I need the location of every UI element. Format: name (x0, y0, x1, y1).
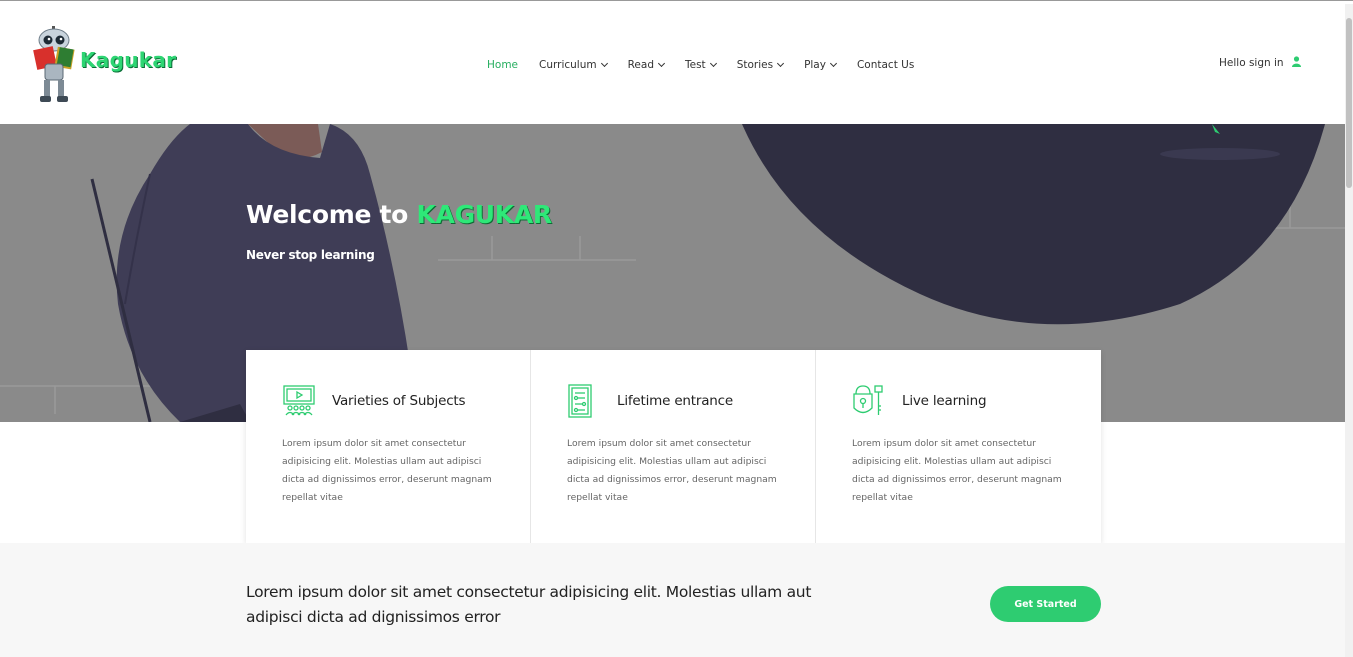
brand-logo[interactable]: Kagukar (32, 26, 176, 106)
site-header: Kagukar Home Curriculum Read Test Storie… (0, 4, 1345, 124)
chevron-down-icon (777, 59, 785, 68)
feature-title: Varieties of Subjects (332, 393, 466, 409)
hero-subtitle: Never stop learning (246, 248, 375, 262)
nav-item-label: Play (804, 59, 826, 71)
feature-title: Lifetime entrance (617, 393, 733, 409)
nav-item-label: Curriculum (539, 59, 597, 71)
feature-text: Lorem ipsum dolor sit amet consectetur a… (852, 438, 1062, 503)
nav-item-label: Stories (736, 59, 774, 71)
feature-card: Live learning Lorem ipsum dolor sit amet… (816, 350, 1101, 543)
call-to-action-section: Lorem ipsum dolor sit amet consectetur a… (0, 543, 1345, 657)
features-panel: Varieties of Subjects Lorem ipsum dolor … (246, 350, 1101, 543)
nav-item-stories[interactable]: Stories (736, 59, 785, 71)
signin-link[interactable]: Hello sign in (1219, 56, 1301, 70)
feature-card: Lifetime entrance Lorem ipsum dolor sit … (531, 350, 816, 543)
chevron-down-icon (600, 59, 608, 68)
feature-title: Live learning (902, 393, 987, 409)
nav-item-read[interactable]: Read (627, 59, 666, 71)
feature-text: Lorem ipsum dolor sit amet consectetur a… (282, 438, 492, 503)
nav-item-contact[interactable]: Contact Us (857, 59, 914, 71)
nav-item-label: Read (627, 59, 654, 71)
lock-key-icon (852, 384, 884, 422)
cta-text: Lorem ipsum dolor sit amet consectetur a… (246, 583, 812, 626)
nav-item-play[interactable]: Play (804, 59, 838, 71)
chevron-down-icon (709, 59, 717, 68)
door-panel-icon (567, 384, 595, 422)
get-started-button[interactable]: Get Started (990, 586, 1101, 622)
nav-item-home[interactable]: Home (487, 59, 518, 71)
hero-title-prefix: Welcome to (246, 200, 409, 229)
main-navigation: Home Curriculum Read Test Stories Play C… (487, 56, 935, 74)
brand-name: Kagukar (80, 48, 177, 72)
scrollbar-thumb[interactable] (1346, 18, 1352, 188)
feature-text: Lorem ipsum dolor sit amet consectetur a… (567, 438, 777, 503)
nav-item-curriculum[interactable]: Curriculum (539, 59, 608, 71)
chevron-down-icon (829, 59, 838, 68)
user-icon (1291, 56, 1301, 70)
nav-item-label: Test (685, 59, 706, 71)
nav-item-label: Home (487, 59, 519, 71)
nav-item-label: Contact Us (856, 59, 915, 71)
hero-title: Welcome to KAGUKAR (246, 200, 552, 229)
nav-item-test[interactable]: Test (685, 59, 717, 71)
page-scrollbar[interactable] (1345, 4, 1353, 657)
hero-title-brand: KAGUKAR (416, 200, 552, 229)
monitor-classroom-icon (282, 384, 316, 420)
signin-label: Hello sign in (1219, 57, 1284, 69)
chevron-down-icon (657, 59, 666, 68)
feature-card: Varieties of Subjects Lorem ipsum dolor … (246, 350, 531, 543)
robot-reading-book-icon (33, 26, 75, 102)
